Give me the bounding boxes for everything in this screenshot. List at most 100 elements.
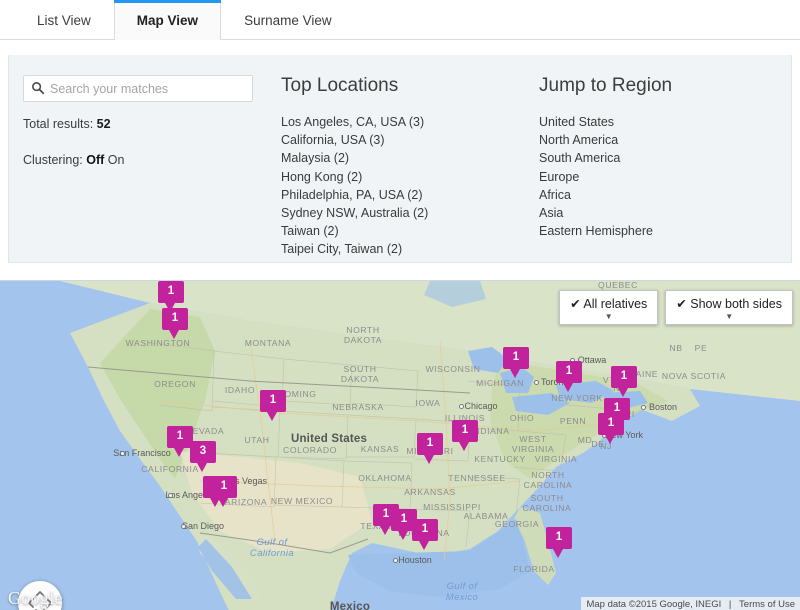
map-marker-count: 3 bbox=[190, 441, 216, 463]
view-tabs: List View Map View Surname View bbox=[0, 0, 800, 40]
clustering-option-off[interactable]: Off bbox=[86, 153, 104, 167]
filter-label-text: Show both sides bbox=[690, 297, 782, 311]
map-marker-tail bbox=[380, 526, 390, 535]
map-marker[interactable]: 1 bbox=[260, 390, 286, 416]
clustering-label: Clustering: bbox=[23, 153, 83, 167]
total-results-value: 52 bbox=[97, 117, 111, 131]
total-results-label: Total results: bbox=[23, 117, 93, 131]
map-marker-count: 1 bbox=[598, 413, 624, 435]
clustering-option-on[interactable]: On bbox=[108, 153, 125, 167]
tab-label: Map View bbox=[137, 13, 198, 28]
map-marker-count: 1 bbox=[158, 281, 184, 303]
map-marker-count: 1 bbox=[452, 420, 478, 442]
filter-all-relatives[interactable]: ✔ All relatives ▼ bbox=[559, 290, 658, 325]
map-marker-count: 1 bbox=[503, 347, 529, 369]
tab-list-view[interactable]: List View bbox=[14, 0, 114, 39]
check-icon: ✔ bbox=[570, 297, 580, 311]
city-dot bbox=[393, 558, 398, 563]
map-marker-count: 1 bbox=[211, 476, 237, 498]
map-marker-count: 1 bbox=[260, 390, 286, 412]
list-item[interactable]: Los Angeles, CA, USA (3) bbox=[281, 113, 539, 131]
map-marker-tail bbox=[197, 463, 207, 472]
matches-info-panel: Total results: 52 Clustering: Off On Top… bbox=[8, 55, 792, 263]
attribution-text: Map data ©2015 Google, INEGI bbox=[581, 597, 726, 610]
map-view[interactable]: WASHINGTONMONTANANORTHDAKOTASOUTHDAKOTAO… bbox=[0, 280, 800, 610]
map-marker-tail bbox=[398, 531, 408, 540]
city-dot bbox=[168, 493, 173, 498]
list-item[interactable]: United States bbox=[539, 113, 777, 131]
map-marker-tail bbox=[267, 412, 277, 421]
search-input[interactable] bbox=[48, 81, 252, 97]
list-item[interactable]: Taipei City, Taiwan (2) bbox=[281, 240, 539, 258]
map-marker-tail bbox=[174, 448, 184, 457]
filter-all-relatives-label: ✔ All relatives bbox=[570, 296, 647, 311]
tab-label: Surname View bbox=[244, 13, 332, 28]
jump-to-region-heading: Jump to Region bbox=[539, 75, 777, 97]
top-locations-column: Top Locations Los Angeles, CA, USA (3) C… bbox=[281, 75, 539, 262]
map-marker-tail bbox=[459, 442, 469, 451]
map-marker-tail bbox=[510, 369, 520, 378]
filter-show-both-sides[interactable]: ✔ Show both sides ▼ bbox=[665, 290, 793, 325]
map-marker-count: 1 bbox=[611, 366, 637, 388]
list-item[interactable]: Malaysia (2) bbox=[281, 149, 539, 167]
map-marker-count: 1 bbox=[546, 527, 572, 549]
map-marker-count: 1 bbox=[556, 361, 582, 383]
map-marker-count: 1 bbox=[162, 308, 188, 330]
list-item[interactable]: Philadelphia, PA, USA (2) bbox=[281, 186, 539, 204]
map-marker[interactable]: 1 bbox=[556, 361, 582, 387]
map-marker-tail bbox=[424, 455, 434, 464]
map-marker-count: 1 bbox=[417, 433, 443, 455]
list-item[interactable]: Asia bbox=[539, 204, 777, 222]
clustering-toggle: Clustering: Off On bbox=[23, 153, 281, 167]
map-marker-count: 1 bbox=[412, 519, 438, 541]
list-item[interactable]: Europe bbox=[539, 168, 777, 186]
list-item[interactable]: Eastern Hemisphere bbox=[539, 222, 777, 240]
list-item[interactable]: California, USA (3) bbox=[281, 131, 539, 149]
filter-label-text: All relatives bbox=[583, 297, 647, 311]
map-canvas[interactable]: WASHINGTONMONTANANORTHDAKOTASOUTHDAKOTAO… bbox=[0, 281, 800, 610]
top-locations-list: Los Angeles, CA, USA (3) California, USA… bbox=[281, 113, 539, 259]
map-marker[interactable]: 1 bbox=[211, 476, 237, 502]
check-icon: ✔ bbox=[676, 297, 686, 311]
map-marker[interactable]: 1 bbox=[611, 366, 637, 392]
map-marker[interactable]: 1 bbox=[417, 433, 443, 459]
map-marker[interactable]: 1 bbox=[452, 420, 478, 446]
pan-control[interactable] bbox=[18, 581, 62, 610]
map-marker[interactable]: 1 bbox=[546, 527, 572, 553]
list-item[interactable]: Africa bbox=[539, 186, 777, 204]
tab-surname-view[interactable]: Surname View bbox=[221, 0, 355, 39]
map-marker[interactable]: 3 bbox=[190, 441, 216, 467]
map-marker-tail bbox=[553, 549, 563, 558]
map-marker[interactable]: 1 bbox=[598, 413, 624, 439]
chevron-down-icon: ▼ bbox=[676, 312, 782, 322]
map-landmass bbox=[0, 281, 800, 610]
map-marker-tail bbox=[169, 330, 179, 339]
map-marker-tail bbox=[419, 541, 429, 550]
map-filter-bar: ✔ All relatives ▼ ✔ Show both sides ▼ bbox=[559, 290, 793, 325]
list-item[interactable]: Sydney NSW, Australia (2) bbox=[281, 204, 539, 222]
city-dot bbox=[181, 524, 186, 529]
tab-map-view[interactable]: Map View bbox=[114, 0, 221, 40]
total-results: Total results: 52 bbox=[23, 117, 281, 131]
list-item[interactable]: South America bbox=[539, 149, 777, 167]
search-box[interactable] bbox=[23, 75, 253, 102]
list-item[interactable]: Hong Kong (2) bbox=[281, 168, 539, 186]
map-attribution: Map data ©2015 Google, INEGI | Terms of … bbox=[581, 597, 800, 610]
list-item[interactable]: Taiwan (2) bbox=[281, 222, 539, 240]
list-item[interactable]: North America bbox=[539, 131, 777, 149]
city-dot bbox=[534, 380, 539, 385]
map-marker[interactable]: 1 bbox=[158, 281, 184, 307]
chevron-down-icon: ▼ bbox=[570, 312, 647, 322]
map-marker[interactable]: 1 bbox=[162, 308, 188, 334]
tab-label: List View bbox=[37, 13, 91, 28]
terms-of-use-link[interactable]: Terms of Use bbox=[734, 597, 800, 610]
map-marker-tail bbox=[605, 435, 615, 444]
top-locations-heading: Top Locations bbox=[281, 75, 539, 97]
map-marker-tail bbox=[218, 498, 228, 507]
map-marker[interactable]: 1 bbox=[412, 519, 438, 545]
map-marker-tail bbox=[563, 383, 573, 392]
attribution-separator: | bbox=[726, 597, 734, 610]
map-marker-tail bbox=[618, 388, 628, 397]
city-dot bbox=[120, 451, 125, 456]
map-marker[interactable]: 1 bbox=[503, 347, 529, 373]
